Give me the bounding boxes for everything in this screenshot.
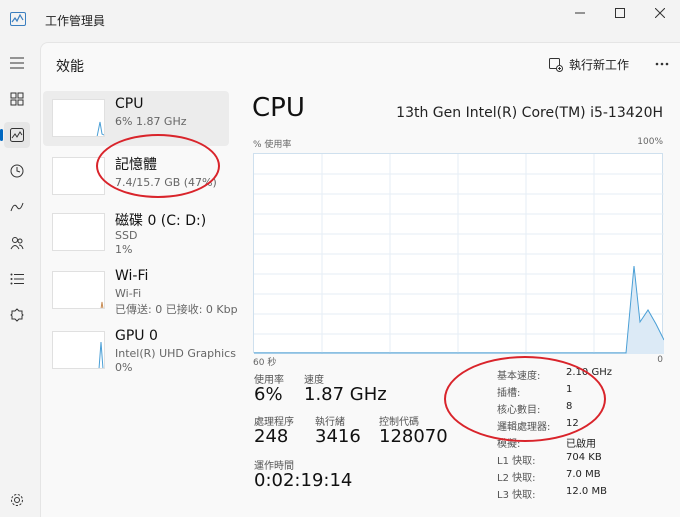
usage-value: 6%: [254, 384, 283, 405]
title-bar: 工作管理員: [0, 0, 680, 40]
spec-label: 基本速度:: [497, 371, 541, 382]
spec-value: 2.10 GHz: [566, 367, 612, 378]
nav-processes[interactable]: [4, 86, 30, 112]
spec-value: 704 KB: [566, 452, 602, 463]
resource-name: 記憶體: [115, 157, 157, 173]
detail-title: CPU: [252, 93, 305, 123]
gpu-thumbnail-graph: [52, 331, 105, 369]
chart-y-max: 100%: [637, 137, 663, 147]
resource-detail-2: 0%: [115, 361, 133, 374]
wifi-thumbnail-graph: [52, 271, 105, 309]
more-options-icon: [655, 62, 669, 66]
services-icon: [10, 308, 24, 322]
cpu-model: 13th Gen Intel(R) Core(TM) i5-13420H: [396, 105, 663, 121]
run-new-task-button[interactable]: 執行新工作: [549, 56, 629, 73]
handles-value: 128070: [379, 426, 448, 447]
speed-value: 1.87 GHz: [304, 384, 387, 405]
spec-label: 模擬:: [497, 439, 521, 450]
resource-list: CPU 6% 1.87 GHz 記憶體 7.4/15.7 GB (47%) 磁碟…: [43, 91, 238, 391]
cpu-detail: CPU 13th Gen Intel(R) Core(TM) i5-13420H…: [241, 91, 680, 511]
task-manager-icon: [10, 12, 26, 26]
history-icon: [10, 164, 24, 178]
performance-panel: 效能 執行新工作 CPU 6% 1.87 GHz 記憶體 7.4/15.7 GB…: [40, 42, 680, 517]
cpu-usage-chart: [253, 153, 665, 354]
spec-value: 12: [566, 418, 579, 429]
spec-value: 7.0 MB: [566, 469, 601, 480]
performance-icon: [10, 128, 24, 142]
window-title: 工作管理員: [45, 14, 106, 28]
more-options-button[interactable]: [651, 53, 673, 75]
nav-settings[interactable]: [4, 487, 30, 513]
run-new-task-label: 執行新工作: [569, 58, 630, 72]
resource-item-gpu[interactable]: GPU 0 Intel(R) UHD Graphics 0%: [43, 323, 236, 378]
spec-value: 12.0 MB: [566, 486, 607, 497]
nav-details[interactable]: [4, 266, 30, 292]
resource-detail: Wi-Fi: [115, 287, 142, 300]
resource-name: CPU: [115, 96, 144, 112]
spec-label: 邏輯處理器:: [497, 422, 551, 433]
menu-icon: [10, 57, 24, 69]
run-task-icon: [549, 57, 563, 72]
chart-x-left: 60 秒: [253, 358, 277, 368]
spec-value: 8: [566, 401, 573, 412]
resource-item-memory[interactable]: 記憶體 7.4/15.7 GB (47%): [43, 149, 229, 204]
spec-value: 1: [566, 384, 573, 395]
cpu-usage-graph: [254, 154, 665, 354]
resource-item-disk[interactable]: 磁碟 0 (C: D:) SSD 1%: [43, 205, 229, 260]
close-icon: [655, 8, 665, 18]
cpu-thumbnail-graph: [52, 99, 105, 137]
disk-thumbnail-graph: [52, 213, 105, 251]
processes-value: 248: [254, 426, 289, 447]
nav-services[interactable]: [4, 302, 30, 328]
processes-icon: [10, 92, 24, 106]
resource-detail: SSD: [115, 229, 138, 242]
resource-detail-2: 1%: [115, 243, 133, 256]
resource-detail-2: 已傳送: 0 已接收: 0 Kbp: [115, 303, 238, 316]
spec-value: 已啟用: [566, 439, 596, 450]
users-icon: [10, 237, 24, 250]
navigation-rail: [0, 40, 38, 517]
resource-detail: Intel(R) UHD Graphics: [115, 347, 236, 360]
close-button[interactable]: [645, 4, 675, 22]
chart-y-label: % 使用率: [253, 140, 292, 150]
resource-name: Wi-Fi: [115, 268, 149, 284]
settings-icon: [11, 494, 23, 506]
resource-item-cpu[interactable]: CPU 6% 1.87 GHz: [43, 91, 229, 146]
minimize-icon: [575, 12, 585, 14]
resource-name: 磁碟 0 (C: D:): [115, 213, 207, 229]
spec-label: L3 快取:: [497, 490, 536, 501]
panel-header: 效能 執行新工作: [41, 43, 680, 89]
resource-detail: 6% 1.87 GHz: [115, 115, 187, 128]
resource-item-wifi[interactable]: Wi-Fi Wi-Fi 已傳送: 0 已接收: 0 Kbp: [43, 263, 238, 318]
resource-name: GPU 0: [115, 328, 158, 344]
chart-x-right: 0: [657, 355, 663, 365]
details-icon: [10, 273, 24, 285]
memory-thumbnail-graph: [52, 157, 105, 195]
nav-app-history[interactable]: [4, 158, 30, 184]
startup-icon: [10, 202, 24, 212]
nav-performance[interactable]: [0, 122, 30, 148]
spec-label: L2 快取:: [497, 473, 536, 484]
resource-detail: 7.4/15.7 GB (47%): [115, 176, 217, 189]
nav-users[interactable]: [4, 230, 30, 256]
spec-label: 核心數目:: [497, 405, 541, 416]
spec-label: 插槽:: [497, 388, 521, 399]
threads-value: 3416: [315, 426, 361, 447]
uptime-value: 0:02:19:14: [254, 470, 353, 491]
page-title: 效能: [56, 59, 84, 75]
minimize-button[interactable]: [565, 4, 595, 22]
maximize-button[interactable]: [605, 4, 635, 22]
nav-startup[interactable]: [4, 194, 30, 220]
maximize-icon: [615, 8, 625, 18]
menu-button[interactable]: [4, 50, 30, 76]
spec-label: L1 快取:: [497, 456, 536, 467]
